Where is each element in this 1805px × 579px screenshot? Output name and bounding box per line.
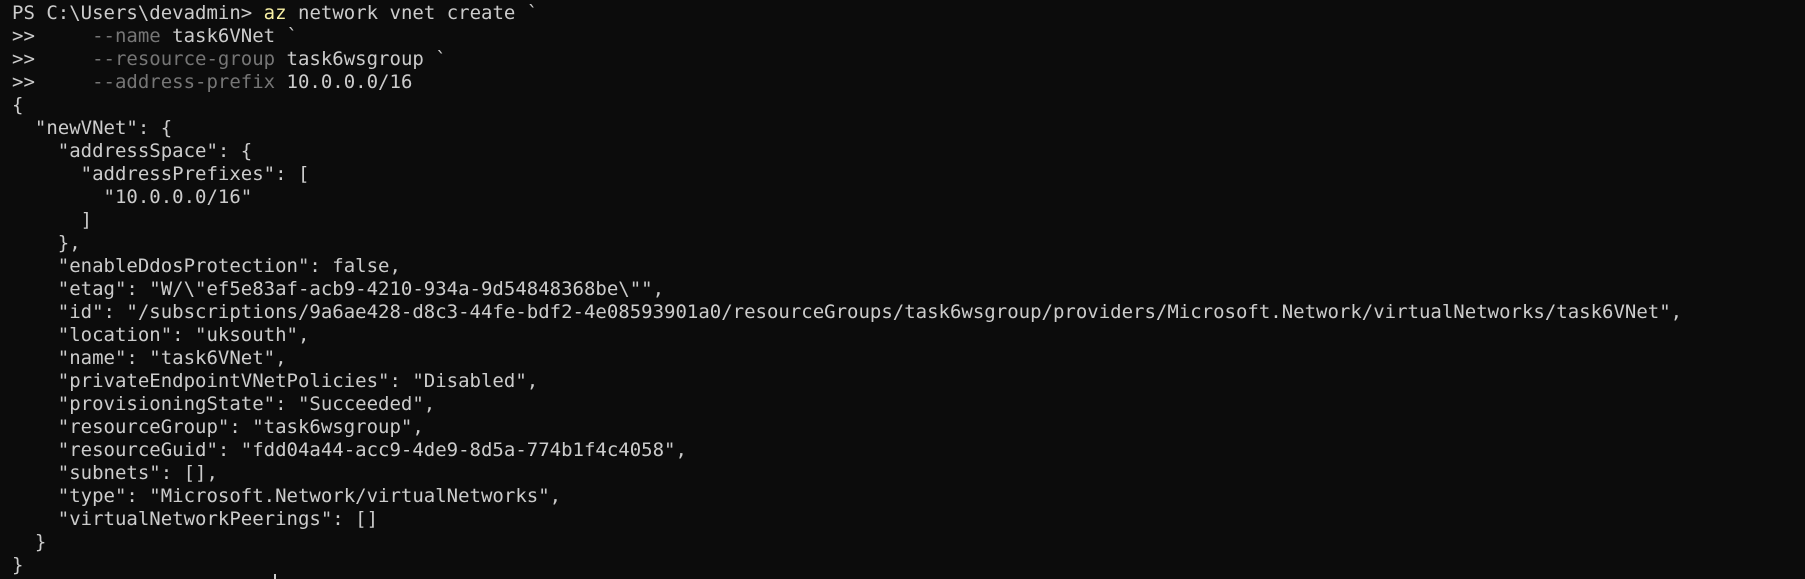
command-program: az bbox=[263, 2, 287, 24]
output-line: "subnets": [], bbox=[12, 462, 218, 484]
continuation-line: >> --name task6VNet ` bbox=[12, 25, 1805, 48]
flag-name: --name bbox=[92, 25, 161, 47]
output-line: "10.0.0.0/16" bbox=[12, 186, 253, 208]
output-line: "addressPrefixes": [ bbox=[12, 163, 310, 185]
prompt: PS C:\Users\devadmin> bbox=[12, 2, 264, 24]
output-line: "addressSpace": { bbox=[12, 140, 253, 162]
output-line: "provisioningState": "Succeeded", bbox=[12, 393, 436, 415]
output-line: "name": "task6VNet", bbox=[12, 347, 287, 369]
output-line: } bbox=[12, 531, 47, 553]
continuation-prompt: >> bbox=[12, 71, 93, 93]
continuation-line: >> --resource-group task6wsgroup ` bbox=[12, 48, 1805, 71]
output-line: "virtualNetworkPeerings": [] bbox=[12, 508, 379, 530]
flag-name: --resource-group bbox=[92, 48, 276, 70]
arg-value: task6VNet ` bbox=[160, 25, 298, 47]
output-line: "location": "uksouth", bbox=[12, 324, 310, 346]
output-line: "newVNet": { bbox=[12, 117, 173, 139]
output-line: "type": "Microsoft.Network/virtualNetwor… bbox=[12, 485, 562, 507]
terminal-window[interactable]: PS C:\Users\devadmin> az network vnet cr… bbox=[0, 0, 1805, 579]
continuation-prompt: >> bbox=[12, 25, 93, 47]
output-line: }, bbox=[12, 232, 81, 254]
text-cursor bbox=[274, 574, 276, 579]
flag-name: --address-prefix bbox=[92, 71, 276, 93]
output-line: ] bbox=[12, 209, 93, 231]
output-line: "etag": "W/\"ef5e83af-acb9-4210-934a-9d5… bbox=[12, 278, 665, 300]
continuation-line: >> --address-prefix 10.0.0.0/16 bbox=[12, 71, 1805, 94]
continuation-prompt: >> bbox=[12, 48, 93, 70]
output-line: "privateEndpointVNetPolicies": "Disabled… bbox=[12, 370, 539, 392]
arg-value: 10.0.0.0/16 bbox=[275, 71, 413, 93]
output-line: "resourceGroup": "task6wsgroup", bbox=[12, 416, 424, 438]
output-line: "id": "/subscriptions/9a6ae428-d8c3-44fe… bbox=[12, 301, 1683, 323]
command-line: PS C:\Users\devadmin> az network vnet cr… bbox=[12, 2, 1805, 25]
output-line: } bbox=[12, 554, 24, 576]
output-line: "enableDdosProtection": false, bbox=[12, 255, 401, 277]
output-line: { bbox=[12, 94, 24, 116]
arg-value: task6wsgroup ` bbox=[275, 48, 447, 70]
command-text: network vnet create ` bbox=[286, 2, 539, 24]
output-line: "resourceGuid": "fdd04a44-acc9-4de9-8d5a… bbox=[12, 439, 687, 461]
